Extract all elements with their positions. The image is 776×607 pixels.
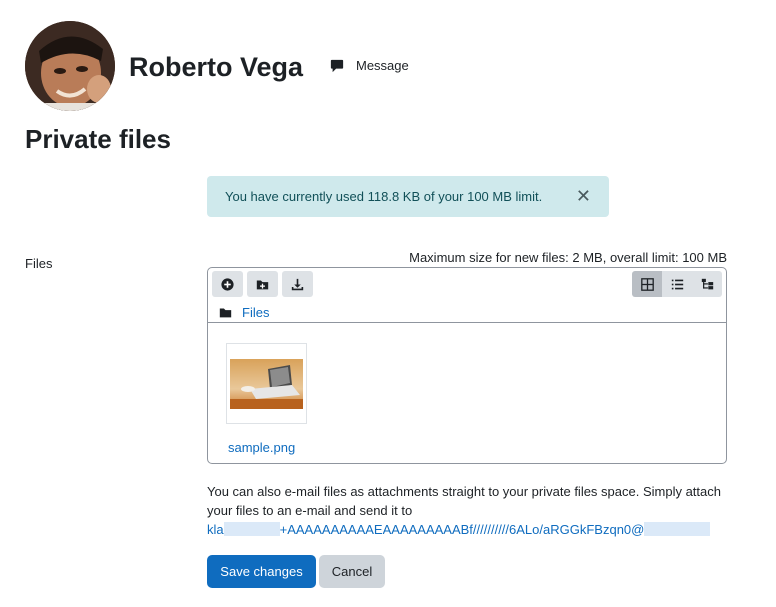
message-label: Message [356, 58, 409, 73]
email-address-prefix: kla [207, 522, 224, 537]
list-icon [671, 279, 683, 289]
add-file-button[interactable] [212, 271, 243, 297]
view-tree-button[interactable] [692, 271, 722, 297]
chat-bubble-icon [330, 59, 344, 72]
redacted-segment [644, 522, 711, 536]
file-name-link[interactable]: sample.png [228, 440, 295, 455]
folder-tree-icon [701, 278, 713, 289]
email-info-text: You can also e-mail files as attachments… [207, 484, 721, 518]
download-icon [291, 278, 304, 290]
file-manager-divider [208, 322, 726, 323]
grid-icon [640, 277, 654, 291]
email-files-info: You can also e-mail files as attachments… [207, 482, 727, 539]
user-fullname: Roberto Vega [129, 52, 304, 82]
quota-alert: You have currently used 118.8 KB of your… [207, 176, 609, 217]
breadcrumb-root-files[interactable]: Files [242, 305, 269, 320]
quota-alert-text: You have currently used 118.8 KB of your… [225, 189, 543, 204]
save-changes-button[interactable]: Save changes [207, 555, 316, 588]
plus-circle-icon [221, 277, 234, 291]
download-all-button[interactable] [282, 271, 313, 297]
image-preview-icon [230, 358, 303, 409]
close-icon[interactable]: ✕ [576, 187, 591, 205]
view-icons-button[interactable] [632, 271, 662, 297]
folder-icon [219, 308, 232, 318]
user-avatar [25, 21, 115, 111]
max-size-info: Maximum size for new files: 2 MB, overal… [409, 250, 727, 265]
email-address-middle: +AAAAAAAAAAEAAAAAAAAABf//////////6ALo/aR… [279, 522, 645, 537]
file-path-breadcrumb: Files [219, 305, 269, 320]
create-folder-button[interactable] [247, 271, 278, 297]
message-button[interactable]: Message [330, 58, 409, 73]
redacted-segment [223, 522, 280, 536]
cancel-button[interactable]: Cancel [319, 555, 385, 588]
view-mode-group [632, 271, 722, 297]
files-field-label: Files [25, 256, 53, 271]
file-manager: Files sample.png [207, 267, 727, 464]
view-list-button[interactable] [662, 271, 692, 297]
folder-plus-icon [256, 279, 269, 289]
file-manager-toolbar [212, 271, 313, 297]
file-thumbnail[interactable] [226, 343, 307, 424]
email-address[interactable]: kla +AAAAAAAAAAEAAAAAAAAABf//////////6ALo… [207, 522, 711, 537]
page-title: Private files [25, 124, 171, 154]
